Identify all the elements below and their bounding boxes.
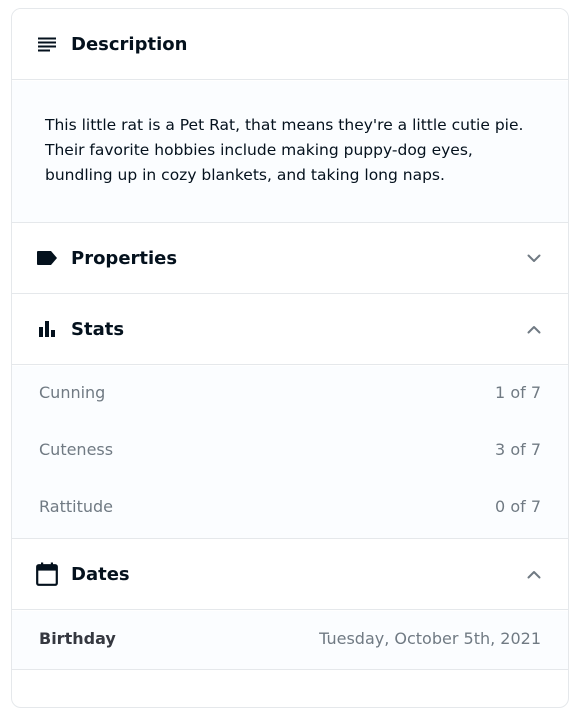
stat-value: 1 of 7 (495, 383, 541, 402)
dates-title: Dates (71, 563, 130, 585)
stat-row: Cuteness 3 of 7 (12, 423, 568, 480)
dates-body: Birthday Tuesday, October 5th, 2021 (12, 611, 568, 670)
chevron-up-icon[interactable] (526, 566, 542, 582)
item-details-card: Description This little rat is a Pet Rat… (11, 8, 569, 708)
stats-header[interactable]: Stats (12, 294, 568, 365)
notes-icon (36, 33, 58, 55)
description-text: This little rat is a Pet Rat, that means… (45, 116, 524, 184)
properties-title: Properties (71, 247, 178, 269)
label-icon (36, 247, 58, 269)
stat-value: 3 of 7 (495, 440, 541, 459)
stats-body: Cunning 1 of 7 Cuteness 3 of 7 Rattitude… (12, 366, 568, 539)
description-title: Description (71, 33, 188, 55)
stat-value: 0 of 7 (495, 497, 541, 516)
chevron-down-icon[interactable] (526, 250, 542, 266)
stat-name: Rattitude (39, 497, 113, 516)
calendar-icon (36, 562, 58, 586)
birthday-label: Birthday (39, 629, 116, 648)
bar-chart-icon (36, 318, 58, 340)
stat-row: Rattitude 0 of 7 (12, 480, 568, 537)
dates-header[interactable]: Dates (12, 539, 568, 610)
birthday-value: Tuesday, October 5th, 2021 (319, 629, 541, 648)
stat-name: Cunning (39, 383, 106, 402)
stat-name: Cuteness (39, 440, 114, 459)
description-header: Description (12, 9, 568, 80)
properties-header[interactable]: Properties (12, 223, 568, 294)
stats-title: Stats (71, 318, 125, 340)
chevron-up-icon[interactable] (526, 321, 542, 337)
description-body: This little rat is a Pet Rat, that means… (12, 81, 568, 223)
stat-row: Cunning 1 of 7 (12, 366, 568, 423)
